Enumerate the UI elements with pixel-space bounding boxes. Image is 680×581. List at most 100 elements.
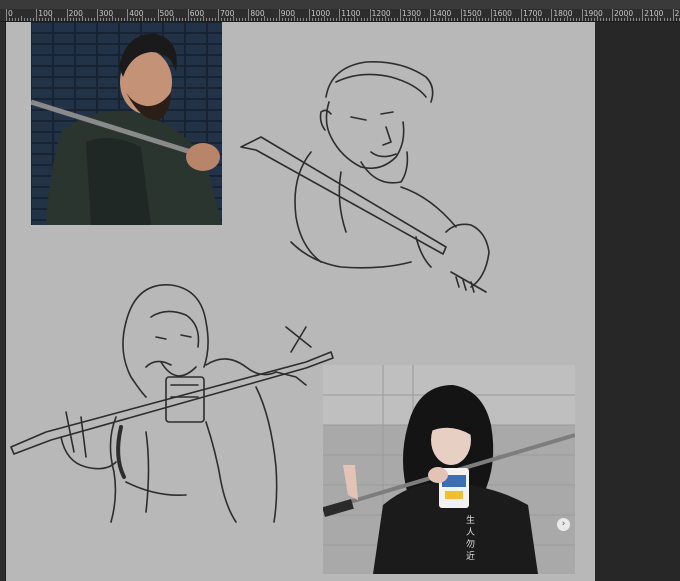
ruler-minor-tick xyxy=(324,16,326,21)
ruler-minor-tick xyxy=(357,18,359,21)
ruler-minor-tick xyxy=(451,18,453,21)
ruler-minor-tick xyxy=(205,18,207,21)
ruler-minor-tick xyxy=(48,18,50,21)
ruler-major-tick xyxy=(6,9,7,21)
ruler-minor-tick xyxy=(57,18,59,21)
ruler-minor-tick xyxy=(508,18,510,21)
ruler-minor-tick xyxy=(402,18,404,21)
ruler-minor-tick xyxy=(424,18,426,21)
ruler-minor-tick xyxy=(275,18,277,21)
chevron-right-icon: › xyxy=(561,519,566,529)
ruler-major-tick xyxy=(309,9,310,21)
ruler-minor-tick xyxy=(412,18,414,21)
ruler-minor-tick xyxy=(666,18,668,21)
ruler-minor-tick xyxy=(408,18,410,21)
ruler-minor-tick xyxy=(354,16,356,21)
ruler-minor-tick xyxy=(545,18,547,21)
reference-photo-man[interactable] xyxy=(31,22,222,225)
ruler-minor-tick xyxy=(478,18,480,21)
ruler-minor-tick xyxy=(136,18,138,21)
ruler-minor-tick xyxy=(69,18,71,21)
ruler-minor-tick xyxy=(636,18,638,21)
ruler-minor-tick xyxy=(302,18,304,21)
ruler-minor-tick xyxy=(390,18,392,21)
ruler-minor-tick xyxy=(396,18,398,21)
ruler-label: 1000 xyxy=(311,9,331,18)
ruler-minor-tick xyxy=(190,18,192,21)
ruler-minor-tick xyxy=(160,18,162,21)
ruler-minor-tick xyxy=(618,18,620,21)
ruler-minor-tick xyxy=(272,18,274,21)
ruler-minor-tick xyxy=(648,18,650,21)
svg-text:勿: 勿 xyxy=(466,538,475,550)
ruler-minor-tick xyxy=(387,18,389,21)
ruler-minor-tick xyxy=(312,18,314,21)
ruler-minor-tick xyxy=(281,18,283,21)
ruler-minor-tick xyxy=(178,18,180,21)
ruler-minor-tick xyxy=(433,18,435,21)
ruler-minor-tick xyxy=(163,18,165,21)
ruler-label: 1400 xyxy=(432,9,452,18)
ruler-minor-tick xyxy=(90,18,92,21)
ruler-minor-tick xyxy=(254,18,256,21)
sketch-man-with-sword[interactable] xyxy=(231,42,501,297)
ruler-minor-tick xyxy=(605,18,607,21)
ruler-minor-tick xyxy=(145,18,147,21)
ruler-minor-tick xyxy=(593,18,595,21)
ruler-minor-tick xyxy=(651,18,653,21)
ruler-minor-tick xyxy=(60,18,62,21)
ruler-minor-tick xyxy=(242,18,244,21)
ruler-minor-tick xyxy=(569,18,571,21)
ruler-minor-tick xyxy=(621,18,623,21)
ruler-major-tick xyxy=(339,9,341,21)
horizontal-ruler[interactable]: 0 100 200 300 400 500 600 700 800 900 1000 1100 1200… xyxy=(0,9,680,22)
document-canvas[interactable]: 生 人 勿 近 › xyxy=(6,22,595,581)
ruler-minor-tick xyxy=(121,18,123,21)
ruler-minor-tick xyxy=(30,18,32,21)
ruler-minor-tick xyxy=(496,18,498,21)
ruler-minor-tick xyxy=(54,18,56,21)
ruler-minor-tick xyxy=(321,18,323,21)
reference-photo-woman[interactable]: 生 人 勿 近 › xyxy=(323,365,575,574)
ruler-minor-tick xyxy=(466,18,468,21)
ruler-minor-tick xyxy=(351,18,353,21)
ruler-minor-tick xyxy=(578,18,580,21)
ruler-minor-tick xyxy=(181,18,183,21)
ruler-minor-tick xyxy=(405,18,407,21)
ruler-label: 1800 xyxy=(553,9,573,18)
ruler-minor-tick xyxy=(427,18,429,21)
ruler-major-tick xyxy=(612,9,613,21)
ruler-minor-tick xyxy=(18,18,20,21)
ruler-minor-tick xyxy=(675,18,677,21)
ruler-minor-tick xyxy=(615,18,617,21)
ruler-label: 1100 xyxy=(341,9,361,18)
ruler-minor-tick xyxy=(372,18,374,21)
ruler-minor-tick xyxy=(45,18,47,21)
ruler-minor-tick xyxy=(418,18,420,21)
ruler-minor-tick xyxy=(287,18,289,21)
ruler-major-tick xyxy=(672,9,674,21)
ruler-minor-tick xyxy=(630,18,632,21)
ruler-minor-tick xyxy=(251,18,253,21)
ruler-major-tick xyxy=(187,9,189,21)
ruler-minor-tick xyxy=(299,18,301,21)
ruler-minor-tick xyxy=(315,18,317,21)
carousel-next-arrow[interactable]: › xyxy=(557,518,570,531)
ruler-major-tick xyxy=(66,9,68,21)
ruler-minor-tick xyxy=(639,18,641,21)
ruler-minor-tick xyxy=(105,18,107,21)
ruler-minor-tick xyxy=(475,16,477,21)
ruler-minor-tick xyxy=(102,18,104,21)
ruler-major-tick xyxy=(278,9,280,21)
ruler-minor-tick xyxy=(669,18,671,21)
ruler-minor-tick xyxy=(587,18,589,21)
sketch-woman-with-sword[interactable] xyxy=(6,267,336,537)
ruler-minor-tick xyxy=(266,18,268,21)
ruler-major-tick xyxy=(460,9,462,21)
ruler-minor-tick xyxy=(221,18,223,21)
ruler-major-tick xyxy=(581,9,583,21)
ruler-major-tick xyxy=(157,9,159,21)
ruler-minor-tick xyxy=(63,18,65,21)
ruler-label: 1300 xyxy=(401,9,421,18)
ruler-minor-tick xyxy=(215,18,217,21)
